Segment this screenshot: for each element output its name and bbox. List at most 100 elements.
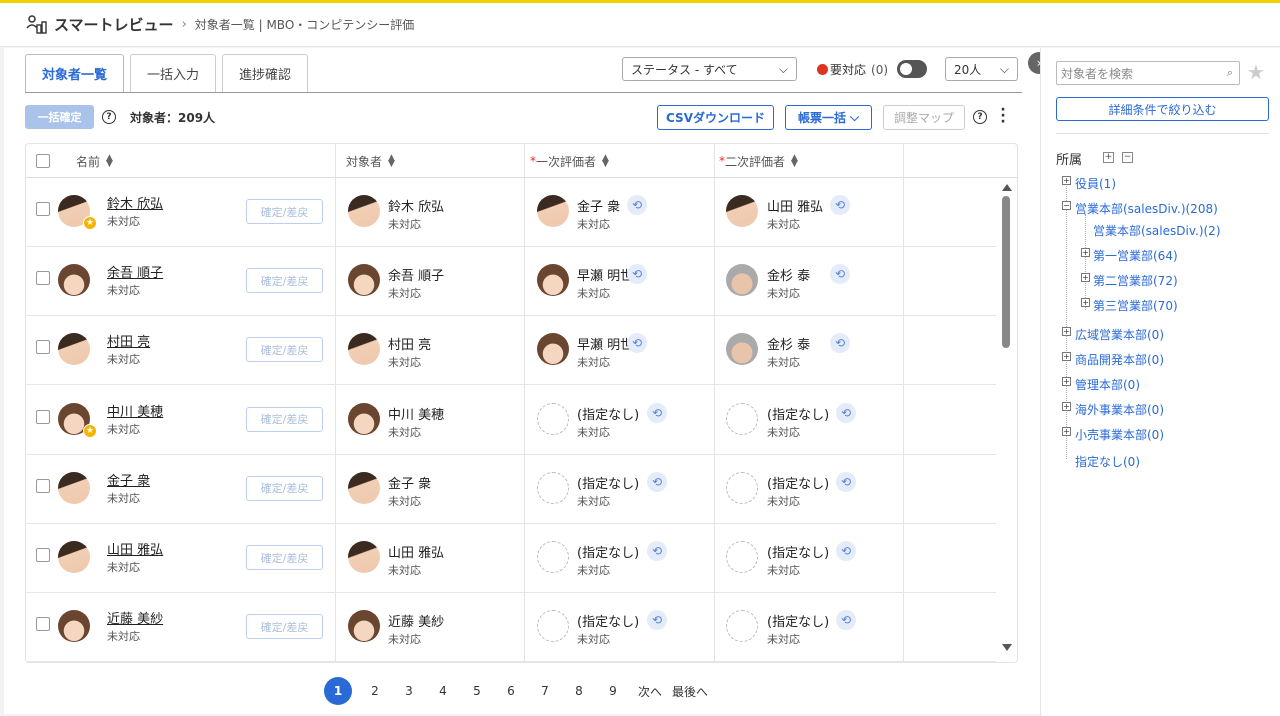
expand-all-icon[interactable]: + <box>1103 152 1114 163</box>
row-checkbox[interactable] <box>36 617 50 632</box>
expand-icon[interactable]: + <box>1062 427 1071 436</box>
row-checkbox[interactable] <box>36 271 50 286</box>
csv-download-button[interactable]: CSVダウンロード <box>657 105 774 130</box>
confirm-return-button[interactable]: 確定/差戻 <box>246 337 323 363</box>
select-all-checkbox[interactable] <box>36 154 50 168</box>
last-page-link[interactable]: 最後へ <box>670 683 710 700</box>
adjust-map-button[interactable]: 調整マップ <box>883 105 965 130</box>
header-first-evaluator[interactable]: * 一次評価者 ▲ ▼ <box>530 144 609 178</box>
page-9-button[interactable]: 9 <box>596 684 630 698</box>
page-3-button[interactable]: 3 <box>392 684 426 698</box>
expand-icon[interactable]: + <box>1062 377 1071 386</box>
tree-node-admin[interactable]: 管理本部(0) <box>1075 376 1140 393</box>
target-search-input[interactable]: 対象者を検索 ⌕ <box>1056 61 1240 85</box>
header-name[interactable]: 名前 ▲ ▼ <box>76 144 113 178</box>
swap-evaluator-icon[interactable]: ⟲ <box>627 333 647 354</box>
page-5-button[interactable]: 5 <box>460 684 494 698</box>
confirm-return-button[interactable]: 確定/差戻 <box>246 199 323 224</box>
swap-evaluator-icon[interactable]: ⟲ <box>836 402 856 423</box>
tree-node-overseas[interactable]: 海外事業本部(0) <box>1075 401 1164 418</box>
target-name-link[interactable]: 金子 衆 <box>107 470 150 489</box>
row-checkbox[interactable] <box>36 409 50 424</box>
tree-node-sales-division[interactable]: 営業本部(salesDiv.)(208) <box>1075 200 1218 217</box>
scroll-down-icon[interactable] <box>1002 644 1012 651</box>
confirm-return-button[interactable]: 確定/差戻 <box>246 268 323 294</box>
more-menu-icon[interactable]: · · · <box>1000 103 1006 129</box>
tree-node-executives[interactable]: 役員(1) <box>1075 175 1116 192</box>
confirm-return-button[interactable]: 確定/差戻 <box>246 406 323 432</box>
target-name-link[interactable]: 鈴木 欣弘 <box>107 193 163 212</box>
swap-evaluator-icon[interactable]: ⟲ <box>647 471 667 492</box>
header-target[interactable]: 対象者 ▲ ▼ <box>346 144 395 178</box>
swap-evaluator-icon[interactable]: ⟲ <box>627 264 647 285</box>
table-row[interactable]: ★ 中川 美穂 未対応 確定/差戻 中川 美穂 未対応 (指定なし) ⟲ 未対応 (指定なし) ⟲ 未… <box>26 386 996 455</box>
swap-evaluator-icon[interactable]: ⟲ <box>836 610 856 631</box>
target-name-link[interactable]: 山田 雅弘 <box>107 539 163 558</box>
tree-node-sales-division-direct[interactable]: 営業本部(salesDiv.)(2) <box>1093 222 1221 239</box>
swap-evaluator-icon[interactable]: ⟲ <box>830 264 850 285</box>
page-1-button[interactable]: 1 <box>324 677 352 705</box>
confirm-return-button[interactable]: 確定/差戻 <box>246 614 323 640</box>
table-row[interactable]: ★ 鈴木 欣弘 未対応 確定/差戻 鈴木 欣弘 未対応 金子 衆 ⟲ 未対応 山田 雅弘 ⟲ 未対応 <box>26 178 996 247</box>
collapse-all-icon[interactable]: − <box>1122 152 1133 163</box>
expand-icon[interactable]: + <box>1081 273 1090 282</box>
swap-evaluator-icon[interactable]: ⟲ <box>647 541 667 561</box>
expand-icon[interactable]: + <box>1062 352 1071 361</box>
row-checkbox[interactable] <box>36 202 50 216</box>
tree-node-retail[interactable]: 小売事業本部(0) <box>1075 426 1164 443</box>
help-icon[interactable]: ? <box>102 110 116 124</box>
page-4-button[interactable]: 4 <box>426 684 460 698</box>
scroll-up-icon[interactable] <box>1002 184 1012 191</box>
table-row[interactable]: 金子 衆未対応 確定/差戻 金子 衆未対応 (指定なし) ⟲ 未対応 (指定なし) ⟲ 未対応 <box>26 455 996 524</box>
confirm-return-button[interactable]: 確定/差戻 <box>246 475 323 501</box>
table-row[interactable]: 近藤 美紗 未対応 確定/差戻 近藤 美紗 未対応 (指定なし) ⟲ 未対応 (指定なし) ⟲ 未対… <box>26 593 996 662</box>
row-checkbox[interactable] <box>36 548 50 562</box>
expand-icon[interactable]: + <box>1081 298 1090 307</box>
help-icon[interactable]: ? <box>973 110 987 124</box>
tab-bulk-input[interactable]: 一括入力 <box>130 54 217 92</box>
tab-target-list[interactable]: 対象者一覧 <box>25 54 125 92</box>
table-scrollbar[interactable] <box>998 178 1016 662</box>
scroll-thumb[interactable] <box>1002 196 1010 348</box>
tree-node-sales-3[interactable]: 第三営業部(70) <box>1093 297 1178 314</box>
target-name-link[interactable]: 近藤 美紗 <box>107 608 163 627</box>
page-6-button[interactable]: 6 <box>494 684 528 698</box>
expand-icon[interactable]: + <box>1081 248 1090 257</box>
tree-node-sales-2[interactable]: 第二営業部(72) <box>1093 272 1178 289</box>
swap-evaluator-icon[interactable]: ⟲ <box>647 402 667 423</box>
swap-evaluator-icon[interactable]: ⟲ <box>830 333 850 354</box>
tree-node-unassigned[interactable]: 指定なし(0) <box>1075 453 1140 470</box>
expand-icon[interactable]: + <box>1062 402 1071 411</box>
target-name-link[interactable]: 村田 亮 <box>107 331 150 350</box>
swap-evaluator-icon[interactable]: ⟲ <box>836 471 856 492</box>
table-row[interactable]: 余吾 順子 未対応 確定/差戻 余吾 順子 未対応 早瀬 明世 ⟲ 未対応 金杉 泰 ⟲ 未対応 <box>26 247 996 317</box>
advanced-filter-button[interactable]: 詳細条件で絞り込む <box>1056 97 1269 121</box>
expand-icon[interactable]: + <box>1062 327 1071 336</box>
needs-action-toggle[interactable] <box>897 60 927 78</box>
tree-node-regional-sales[interactable]: 広域営業本部(0) <box>1075 326 1164 343</box>
row-checkbox[interactable] <box>36 478 50 493</box>
next-page-link[interactable]: 次へ <box>630 683 670 700</box>
collapse-icon[interactable]: − <box>1062 201 1071 210</box>
page-8-button[interactable]: 8 <box>562 684 596 698</box>
tab-progress[interactable]: 進捗確認 <box>222 54 309 92</box>
per-page-select[interactable]: 20人 ⌵ <box>945 57 1018 81</box>
row-checkbox[interactable] <box>36 340 50 355</box>
forms-bulk-button[interactable]: 帳票一括 ⌵ <box>785 105 872 130</box>
swap-evaluator-icon[interactable]: ⟲ <box>830 195 850 215</box>
status-filter-select[interactable]: ステータス - すべて ⌵ <box>622 57 797 81</box>
tree-node-sales-1[interactable]: 第一営業部(64) <box>1093 247 1178 264</box>
confirm-return-button[interactable]: 確定/差戻 <box>246 545 323 570</box>
swap-evaluator-icon[interactable]: ⟲ <box>647 610 667 631</box>
table-row[interactable]: 山田 雅弘 未対応 確定/差戻 山田 雅弘 未対応 (指定なし) ⟲ 未対応 (指定なし) ⟲ 未対… <box>26 524 996 593</box>
page-7-button[interactable]: 7 <box>528 684 562 698</box>
app-title[interactable]: スマートレビュー <box>54 14 174 35</box>
tree-node-product-dev[interactable]: 商品開発本部(0) <box>1075 351 1164 368</box>
table-row[interactable]: 村田 亮未対応 確定/差戻 村田 亮未対応 早瀬 明世 ⟲ 未対応 金杉 泰 ⟲ 未対応 <box>26 316 996 386</box>
search-icon[interactable]: ⌕ <box>1227 66 1233 80</box>
page-2-button[interactable]: 2 <box>358 684 392 698</box>
swap-evaluator-icon[interactable]: ⟲ <box>836 541 856 561</box>
bulk-confirm-button[interactable]: 一括確定 <box>25 105 94 129</box>
favorite-star-icon[interactable]: ★ <box>1247 61 1265 83</box>
target-name-link[interactable]: 中川 美穂 <box>107 401 163 420</box>
